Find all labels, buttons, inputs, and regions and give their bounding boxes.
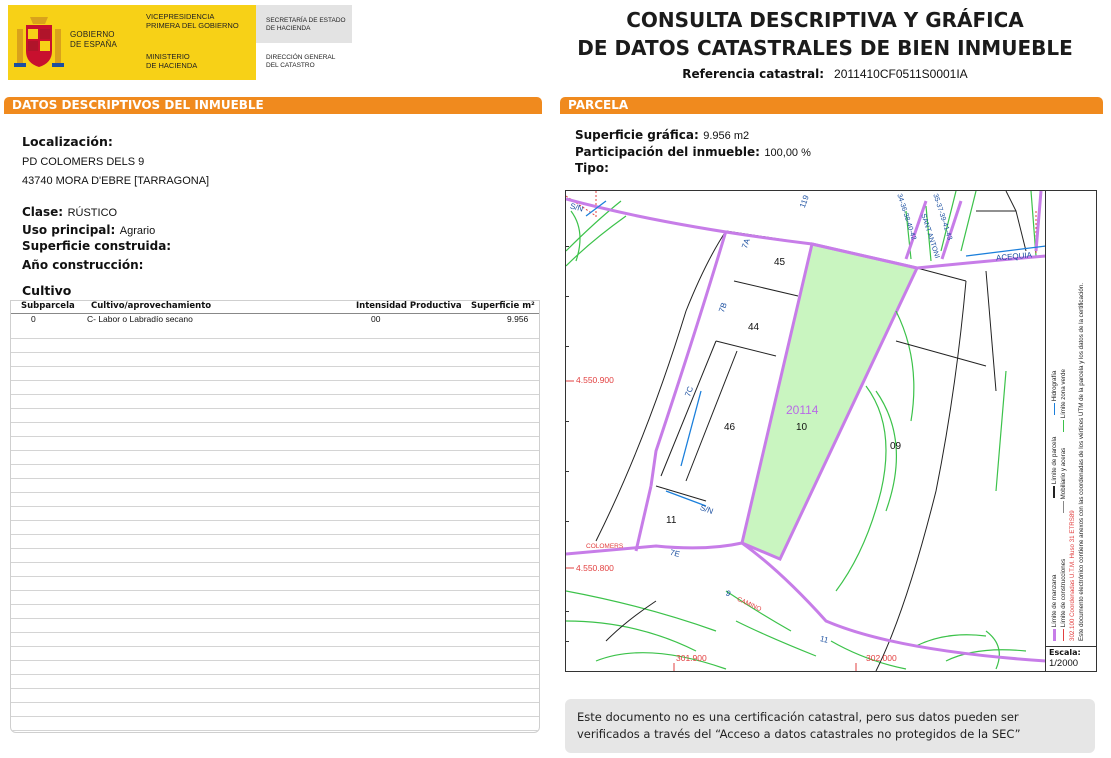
ref-label: Referencia catastral: <box>682 67 824 81</box>
localizacion-line2: 43740 MORA D'EBRE [TARRAGONA] <box>22 175 210 187</box>
map-legend: Límite de manzana Límite de parcela Hidr… <box>1045 191 1097 646</box>
col-superficie: Superficie m² <box>471 301 535 311</box>
table-header: Subparcela Cultivo/aprovechamiento Inten… <box>11 301 539 314</box>
coat-of-arms-icon <box>14 17 64 67</box>
ref-value: 2011410CF0511S0001IA <box>834 67 968 81</box>
localizacion-label: Localización: <box>22 134 113 149</box>
parcel-label-45: 45 <box>774 257 786 268</box>
parcel-label-10: 10 <box>796 422 808 433</box>
referencia-catastral: Referencia catastral: 2011410CF0511S0001… <box>610 67 1040 81</box>
table-row: 0 C- Labor o Labradío secano 00 9.956 <box>31 314 529 324</box>
superficie-construida-label: Superficie construida: <box>22 239 172 253</box>
anio-construccion-label: Año construcción: <box>22 258 144 272</box>
col-intensidad: Intensidad Productiva <box>356 301 462 311</box>
gobierno-text: GOBIERNO DE ESPAÑA <box>70 30 117 49</box>
coord-x-302000: 302.000 <box>866 653 897 663</box>
parcel-label-11: 11 <box>666 515 677 526</box>
col-subparcela: Subparcela <box>21 301 75 311</box>
uso-row: Uso principal: Agrario <box>22 223 156 237</box>
coord-x-301900: 301.900 <box>676 653 707 663</box>
logo-gobierno: GOBIERNO DE ESPAÑA <box>8 5 136 80</box>
parcel-label-09: 09 <box>890 441 902 452</box>
clase-row: Clase: RÚSTICO <box>22 205 118 219</box>
secretaria-text: SECRETARÍA DE ESTADO DE HACIENDA <box>266 17 346 32</box>
page-title: CONSULTA DESCRIPTIVA Y GRÁFICA DE DATOS … <box>577 8 1073 60</box>
coord-y-4550800: 4.550.800 <box>576 563 614 573</box>
section-parcela: PARCELA <box>560 97 1103 114</box>
section-datos-descriptivos: DATOS DESCRIPTIVOS DEL INMUEBLE <box>4 97 542 114</box>
legend-row-2: Límite de construcciones Mobiliario y ac… <box>1059 191 1068 641</box>
table-empty-rows <box>11 325 539 732</box>
vicepresidencia-text: VICEPRESIDENCIA PRIMERA DEL GOBIERNO <box>146 12 239 30</box>
superficie-grafica-row: Superficie gráfica: 9.956 m2 <box>575 128 750 142</box>
coord-y-4550900: 4.550.900 <box>576 375 614 385</box>
parcel-label-44: 44 <box>748 322 760 333</box>
parcel-20114 <box>740 242 920 561</box>
cultivo-title: Cultivo <box>22 283 72 298</box>
cultivo-table: Subparcela Cultivo/aprovechamiento Inten… <box>10 300 540 733</box>
legend-doc-note: Este documento electrónico contiene anex… <box>1078 282 1085 641</box>
col-cultivo: Cultivo/aprovechamiento <box>91 301 212 311</box>
parcel-label-46: 46 <box>724 422 736 433</box>
legend-coords: 302.100 Coordenadas U.T.M. Huso 31 ETRS8… <box>1069 510 1076 641</box>
disclaimer-note: Este documento no es una certificación c… <box>565 699 1095 753</box>
participacion-row: Participación del inmueble: 100,00 % <box>575 145 811 159</box>
direccion-text: DIRECCIÓN GENERAL DEL CATASTRO <box>266 54 336 69</box>
cadastral-map[interactable]: 45 44 46 11 09 20114 10 S/N S/N 7A 7B 7C… <box>565 190 1097 672</box>
legend-row-1: Límite de manzana Límite de parcela Hidr… <box>1050 191 1059 641</box>
ministerio-text: MINISTERIO DE HACIENDA <box>146 52 198 70</box>
localizacion-line1: PD COLOMERS DELS 9 <box>22 156 145 168</box>
map-scale: Escala: 1/2000 <box>1045 646 1096 671</box>
label-colomers: COLOMERS <box>586 543 624 550</box>
parcel-label-20114: 20114 <box>786 403 819 417</box>
tipo-label: Tipo: <box>575 161 609 175</box>
